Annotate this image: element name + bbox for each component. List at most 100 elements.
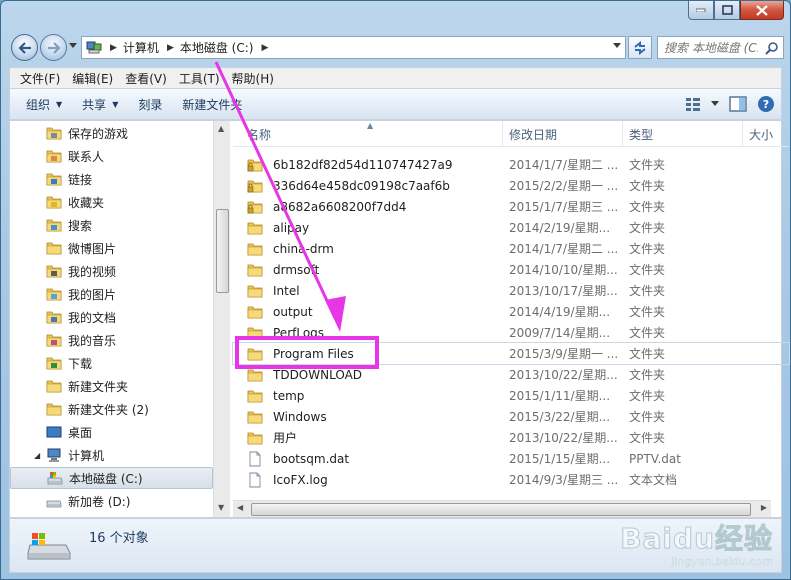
address-history-dropdown-icon[interactable]	[613, 43, 621, 49]
horizontal-scrollbar[interactable]: ◀ ▶	[233, 500, 771, 517]
file-list[interactable]: ▲ 名称 修改日期 类型 大小 6b182df82d54d110747427a9…	[232, 121, 790, 517]
file-date: 2014/4/19/星期...	[509, 305, 611, 319]
column-date[interactable]: 修改日期	[503, 121, 623, 147]
file-row[interactable]: IcoFX.log 2014/9/3/星期三 ... 文本文档	[233, 469, 789, 490]
column-name[interactable]: 名称	[241, 121, 503, 147]
file-row[interactable]: 用户 2013/10/22/星期... 文件夹	[233, 427, 789, 448]
file-row[interactable]: 6b182df82d54d110747427a9 2014/1/7/星期二 ...…	[233, 154, 789, 175]
search-input[interactable]	[658, 40, 758, 55]
file-row[interactable]: Windows 2015/3/22/星期... 文件夹	[233, 406, 789, 427]
breadcrumb-separator-icon[interactable]: ▶	[110, 43, 117, 53]
contacts-icon	[46, 150, 62, 163]
view-options-icon[interactable]	[685, 97, 701, 111]
file-row[interactable]: TDDOWNLOAD 2013/10/22/星期... 文件夹	[233, 364, 789, 385]
tree-collapse-icon[interactable]: ◢	[34, 451, 40, 460]
file-date: 2015/3/22/星期...	[509, 410, 611, 424]
file-row[interactable]: temp 2015/1/11/星期... 文件夹	[233, 385, 789, 406]
address-bar[interactable]: ▶ 计算机 ▶ 本地磁盘 (C:) ▶	[81, 36, 626, 59]
close-button[interactable]	[740, 1, 784, 20]
refresh-button[interactable]	[628, 36, 652, 59]
file-row[interactable]: Intel 2013/10/17/星期... 文件夹	[233, 280, 789, 301]
maximize-button[interactable]	[714, 1, 740, 20]
file-row[interactable]: PerfLogs 2009/7/14/星期... 文件夹	[233, 322, 789, 343]
menu-tools[interactable]: 工具(T)	[173, 70, 226, 87]
file-row[interactable]: china-drm 2014/1/7/星期二 ... 文件夹	[233, 238, 789, 259]
favorites-icon	[46, 196, 62, 209]
menu-view[interactable]: 查看(V)	[119, 70, 173, 87]
nav-item-label: 桌面	[68, 425, 93, 440]
nav-item[interactable]: 下载	[10, 352, 213, 374]
burn-label: 刻录	[138, 97, 163, 112]
file-row[interactable]: alipay 2014/2/19/星期... 文件夹	[233, 217, 789, 238]
nav-item[interactable]: ◢ 计算机	[10, 444, 213, 466]
nav-item[interactable]: 我的音乐	[10, 329, 213, 351]
nav-item[interactable]: 链接	[10, 168, 213, 190]
file-type: 文件夹	[629, 410, 666, 424]
scroll-left-icon[interactable]: ◀	[237, 503, 243, 512]
search-box[interactable]	[657, 36, 784, 59]
file-row[interactable]: drmsoft 2014/10/10/星期... 文件夹	[233, 259, 789, 280]
help-icon[interactable]: ?	[757, 95, 775, 113]
nav-item[interactable]: 搜索	[10, 214, 213, 236]
column-size[interactable]: 大小	[743, 121, 789, 147]
file-date: 2014/2/19/星期...	[509, 221, 611, 235]
nav-item[interactable]: 新建文件夹	[10, 375, 213, 397]
menu-help[interactable]: 帮助(H)	[226, 70, 280, 87]
nav-item[interactable]: 我的文档	[10, 306, 213, 328]
file-name-cell: temp	[247, 385, 497, 406]
new-folder-button[interactable]: 新建文件夹	[172, 96, 252, 113]
breadcrumb-item-computer[interactable]: 计算机	[123, 39, 159, 56]
file-row[interactable]: output 2014/4/19/星期... 文件夹	[233, 301, 789, 322]
breadcrumb-item-drive-c[interactable]: 本地磁盘 (C:)	[180, 39, 254, 56]
scroll-down-icon[interactable]: ▼	[218, 503, 224, 512]
share-button[interactable]: 共享 ▼	[72, 96, 128, 113]
file-name: 用户	[273, 431, 298, 445]
file-name: drmsoft	[273, 262, 320, 277]
file-date: 2015/3/9/星期一 ...	[509, 347, 619, 361]
file-row[interactable]: Program Files 2015/3/9/星期一 ... 文件夹	[232, 342, 790, 365]
nav-item[interactable]: 新加卷 (D:)	[10, 490, 213, 512]
nav-item[interactable]: 收藏夹	[10, 191, 213, 213]
file-name-cell: 336d64e458dc09198c7aaf6b	[247, 175, 497, 196]
scrollbar-thumb[interactable]	[251, 503, 751, 516]
nav-item[interactable]: 本地磁盘 (C:)	[10, 467, 213, 489]
scrollbar-thumb[interactable]	[216, 209, 229, 293]
navigation-pane[interactable]: 保存的游戏 联系人 链接 收藏夹 搜索 微博图片 我的视频 我的图片 我的文档 我的音乐 下载 新建文…	[10, 121, 213, 517]
file-name: alipay	[273, 220, 310, 235]
burn-button[interactable]: 刻录	[128, 96, 172, 113]
scroll-right-icon[interactable]: ▶	[761, 503, 767, 512]
file-name-cell: 用户	[247, 427, 497, 448]
nav-item[interactable]: 联系人	[10, 145, 213, 167]
navigation-scrollbar[interactable]: ▲ ▼	[213, 121, 230, 517]
view-dropdown-icon[interactable]	[711, 101, 719, 107]
column-type[interactable]: 类型	[623, 121, 743, 147]
nav-item[interactable]: 新建文件夹 (2)	[10, 398, 213, 420]
scroll-up-icon[interactable]: ▲	[218, 124, 224, 133]
minimize-button[interactable]	[688, 1, 714, 20]
svg-text:?: ?	[763, 98, 769, 111]
folder-icon	[247, 264, 263, 276]
nav-item[interactable]: 保存的游戏	[10, 122, 213, 144]
nav-item[interactable]: 微博图片	[10, 237, 213, 259]
nav-item[interactable]: 我的视频	[10, 260, 213, 282]
file-row[interactable]: a8682a6608200f7dd4 2015/1/7/星期三 ... 文件夹	[233, 196, 789, 217]
recent-pages-dropdown-icon[interactable]	[69, 43, 77, 49]
file-name: china-drm	[273, 241, 334, 256]
preview-pane-icon[interactable]	[729, 96, 747, 112]
breadcrumb-separator-icon[interactable]: ▶	[167, 43, 174, 53]
file-row[interactable]: 336d64e458dc09198c7aaf6b 2015/2/2/星期一 ...…	[233, 175, 789, 196]
organize-button[interactable]: 组织 ▼	[16, 96, 72, 113]
nav-item[interactable]: 我的图片	[10, 283, 213, 305]
search-icon[interactable]	[765, 41, 779, 55]
menu-edit[interactable]: 编辑(E)	[66, 70, 119, 87]
nav-item[interactable]: 新加卷 (E:)	[10, 513, 213, 517]
nav-item[interactable]: 桌面	[10, 421, 213, 443]
breadcrumb-separator-icon[interactable]: ▶	[261, 43, 268, 53]
back-button[interactable]	[11, 34, 38, 61]
folder-icon	[247, 411, 263, 423]
menu-file[interactable]: 文件(F)	[14, 70, 66, 87]
file-row[interactable]: bootsqm.dat 2015/1/15/星期... PPTV.dat	[233, 448, 789, 469]
nav-item-label: 我的视频	[68, 264, 117, 279]
forward-button[interactable]	[40, 34, 67, 61]
close-icon	[756, 4, 768, 16]
